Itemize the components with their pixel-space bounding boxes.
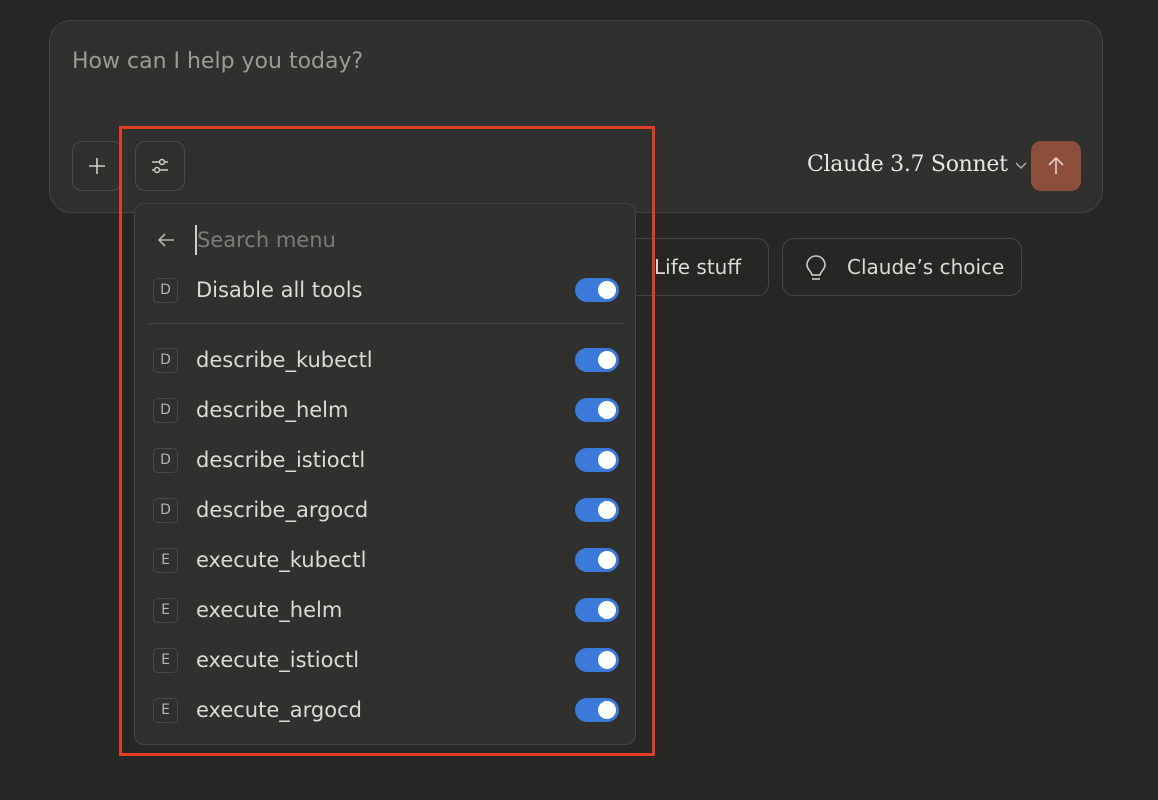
model-selector[interactable]: Claude 3.7 Sonnet (807, 152, 1028, 177)
tool-row-describe-helm[interactable]: D describe_helm (153, 393, 619, 427)
tool-label: Disable all tools (196, 278, 363, 302)
tool-label: execute_argocd (196, 698, 362, 722)
chevron-down-icon (1015, 162, 1027, 169)
toggle-knob (598, 351, 616, 369)
tool-badge: E (153, 547, 178, 573)
arrow-left-icon[interactable] (155, 229, 177, 251)
tool-badge: D (153, 397, 178, 423)
tools-menu: D Disable all tools D describe_kubectl D… (134, 203, 636, 745)
tool-toggle[interactable] (575, 398, 619, 422)
plus-icon (89, 158, 105, 174)
tool-badge: D (153, 347, 178, 373)
menu-search-bar (155, 224, 615, 256)
menu-divider (149, 323, 623, 324)
toggle-knob (598, 651, 616, 669)
tool-row-describe-istioctl[interactable]: D describe_istioctl (153, 443, 619, 477)
tool-row-execute-kubectl[interactable]: E execute_kubectl (153, 543, 619, 577)
toggle-knob (598, 601, 616, 619)
tool-badge: E (153, 597, 178, 623)
sliders-icon (152, 158, 168, 174)
tool-label: execute_istioctl (196, 648, 360, 672)
tool-badge: D (153, 447, 178, 473)
tool-label: describe_kubectl (196, 348, 373, 372)
add-attachment-button[interactable] (72, 141, 122, 191)
tool-row-execute-argocd[interactable]: E execute_argocd (153, 693, 619, 727)
tool-label: describe_helm (196, 398, 349, 422)
tool-toggle[interactable] (575, 698, 619, 722)
tool-badge: D (153, 497, 178, 523)
tool-row-execute-helm[interactable]: E execute_helm (153, 593, 619, 627)
chip-claudes-choice[interactable]: Claude’s choice (782, 238, 1022, 296)
tool-toggle[interactable] (575, 548, 619, 572)
chip-label: Life stuff (654, 255, 742, 279)
disable-all-toggle[interactable] (575, 278, 619, 302)
tools-settings-button[interactable] (135, 141, 185, 191)
tool-toggle[interactable] (575, 448, 619, 472)
toggle-knob (598, 501, 616, 519)
tool-toggle[interactable] (575, 498, 619, 522)
tool-toggle[interactable] (575, 598, 619, 622)
tool-row-execute-istioctl[interactable]: E execute_istioctl (153, 643, 619, 677)
toggle-knob (598, 401, 616, 419)
tool-badge: E (153, 647, 178, 673)
tool-toggle[interactable] (575, 648, 619, 672)
toggle-knob (598, 551, 616, 569)
tool-toggle[interactable] (575, 348, 619, 372)
chip-label: Claude’s choice (847, 255, 1005, 279)
tool-label: describe_argocd (196, 498, 369, 522)
tool-badge: D (153, 277, 178, 303)
tool-row-describe-argocd[interactable]: D describe_argocd (153, 493, 619, 527)
menu-search-input[interactable] (195, 225, 555, 255)
arrow-up-icon (1048, 156, 1064, 174)
tool-label: execute_helm (196, 598, 343, 622)
send-button[interactable] (1031, 141, 1081, 191)
toggle-knob (598, 701, 616, 719)
model-name: Claude 3.7 Sonnet (807, 152, 1008, 177)
lightbulb-icon (806, 255, 826, 280)
toggle-knob (598, 451, 616, 469)
tool-badge: E (153, 697, 178, 723)
toggle-knob (598, 281, 616, 299)
message-input[interactable] (72, 49, 872, 74)
tool-label: execute_kubectl (196, 548, 367, 572)
chat-composer: Claude 3.7 Sonnet (49, 20, 1103, 213)
tool-row-describe-kubectl[interactable]: D describe_kubectl (153, 343, 619, 377)
disable-all-tools-row[interactable]: D Disable all tools (153, 273, 619, 307)
tool-label: describe_istioctl (196, 448, 366, 472)
